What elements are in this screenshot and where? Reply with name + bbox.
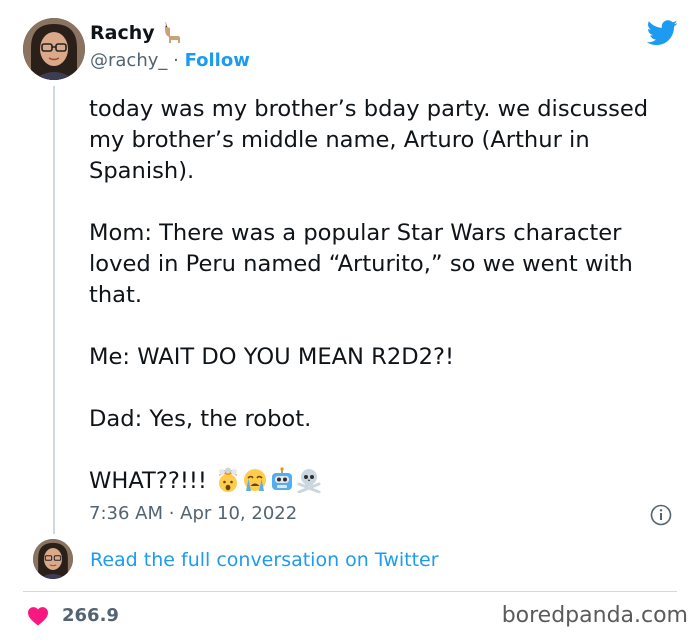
info-icon[interactable] xyxy=(650,504,672,526)
tweet-text: today was my brother’s bday party. we di… xyxy=(89,94,679,497)
avatar[interactable] xyxy=(23,18,85,80)
divider xyxy=(23,591,677,592)
follow-button[interactable]: Follow xyxy=(185,50,250,71)
exploding-head-icon xyxy=(219,467,238,492)
tweet-card: Rachy @rachy_ · Follow today was my brot… xyxy=(0,0,700,644)
crying-face-icon xyxy=(244,469,267,491)
tweet-paragraph-3: Me: WAIT DO YOU MEAN R2D2?! xyxy=(89,344,455,370)
twitter-bird-icon[interactable] xyxy=(647,19,678,47)
tweet-paragraph-4: Dad: Yes, the robot. xyxy=(89,406,312,432)
skull-crossbones-icon xyxy=(297,469,321,493)
heart-icon[interactable] xyxy=(27,606,49,626)
tweet-paragraph-2: Mom: There was a popular Star Wars chara… xyxy=(89,220,633,308)
user-name[interactable]: Rachy xyxy=(90,22,183,44)
read-conversation-link[interactable]: Read the full conversation on Twitter xyxy=(90,549,439,571)
like-count[interactable]: 266.9 xyxy=(62,605,119,626)
like-count-value: 266.9 xyxy=(62,605,119,626)
thread-line xyxy=(53,86,55,534)
tweet-paragraph-1: today was my brother’s bday party. we di… xyxy=(89,96,649,184)
user-handle[interactable]: @rachy_ xyxy=(90,50,167,71)
separator: · xyxy=(167,50,185,71)
tweet-timestamp[interactable]: 7:36 AM · Apr 10, 2022 xyxy=(89,503,297,524)
handle-row: @rachy_ · Follow xyxy=(90,50,250,71)
robot-icon xyxy=(272,467,293,490)
llama-icon xyxy=(164,22,180,43)
tweet-paragraph-5-text: WHAT??!!! xyxy=(89,468,215,494)
display-name[interactable]: Rachy xyxy=(90,22,155,44)
conversation-avatar[interactable] xyxy=(33,539,73,579)
tweet-paragraph-5: WHAT??!!! xyxy=(89,466,679,497)
watermark: boredpanda.com xyxy=(501,603,688,628)
